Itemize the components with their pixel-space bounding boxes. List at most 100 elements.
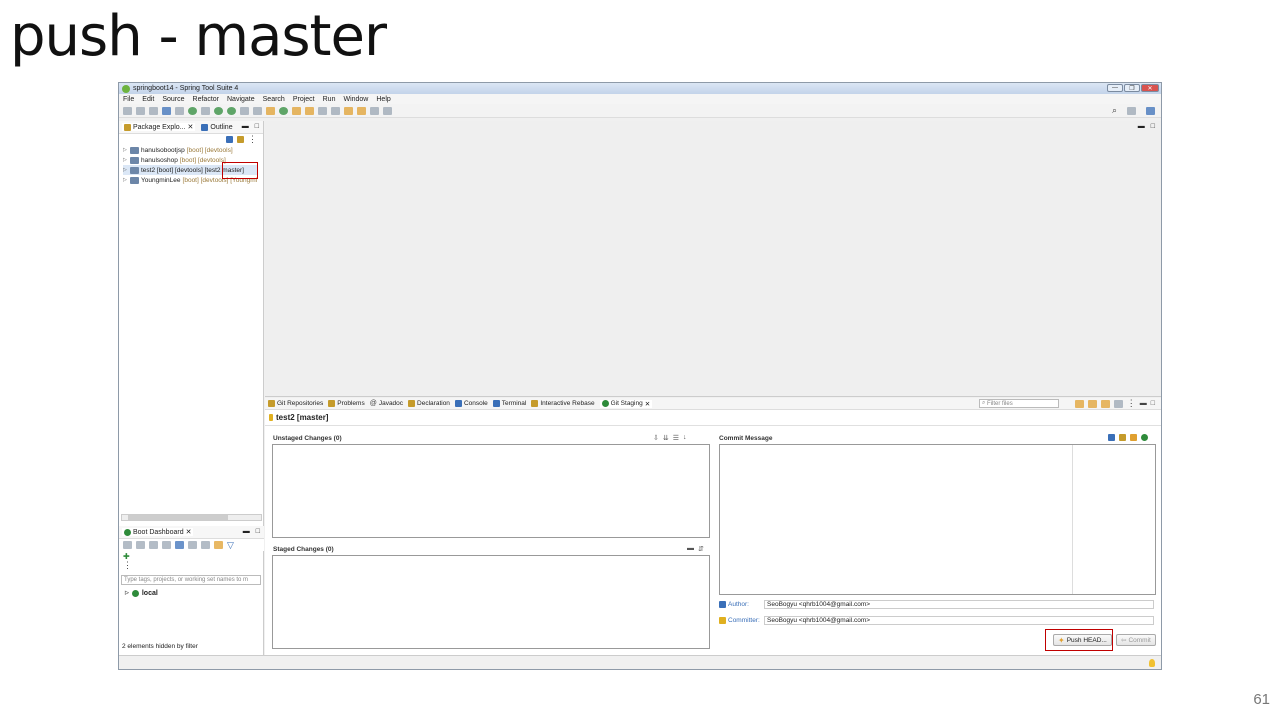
save-icon[interactable] — [136, 106, 145, 115]
edit-icon[interactable] — [201, 541, 210, 549]
new-icon[interactable] — [123, 106, 132, 115]
view-menu-icon[interactable]: ⋮ — [123, 560, 132, 570]
menu-edit[interactable]: Edit — [142, 96, 154, 103]
sort-icon[interactable]: ↓ — [683, 434, 687, 442]
tab-close-icon[interactable]: ✕ — [186, 528, 192, 536]
staged-changes-list[interactable] — [272, 555, 710, 649]
view-menu-icon[interactable]: ⋮ — [1127, 399, 1136, 408]
menu-source[interactable]: Source — [162, 96, 184, 103]
maximize-view-icon[interactable]: □ — [1151, 399, 1155, 408]
open-type-icon[interactable] — [292, 106, 301, 115]
search-tool-icon[interactable] — [305, 106, 314, 115]
tab-declaration[interactable]: Declaration — [408, 400, 450, 407]
next-annotation-icon[interactable] — [318, 106, 327, 115]
signed-off-icon[interactable] — [1119, 434, 1126, 441]
stage-all-icon[interactable]: ⇊ — [663, 434, 669, 442]
forward-icon[interactable] — [370, 106, 379, 115]
unstaged-changes-list[interactable] — [272, 444, 710, 538]
tab-console[interactable]: Console — [454, 400, 488, 407]
change-id-icon[interactable] — [1141, 434, 1148, 441]
tab-git-repositories[interactable]: Git Repositories — [268, 400, 323, 407]
amend-icon[interactable] — [1108, 434, 1115, 441]
menu-search[interactable]: Search — [263, 96, 285, 103]
new-package-icon[interactable] — [266, 106, 275, 115]
maximize-view-icon[interactable]: □ — [255, 123, 259, 130]
bulb-icon[interactable] — [214, 541, 223, 549]
local-node[interactable]: ▷ local — [119, 589, 264, 598]
stop-icon[interactable] — [149, 541, 158, 549]
menu-run[interactable]: Run — [323, 96, 336, 103]
filter-files-input[interactable]: ⌕ Filter files — [979, 399, 1059, 408]
maximize-view-icon[interactable]: □ — [256, 528, 260, 535]
skip-breakpoints-icon[interactable] — [175, 106, 184, 115]
new-class-icon[interactable] — [279, 106, 288, 115]
boot-icon[interactable] — [188, 106, 197, 115]
collapse-all-icon[interactable] — [226, 136, 233, 143]
minimize-view-icon[interactable]: ▬ — [243, 528, 250, 535]
open-perspective-icon[interactable] — [1127, 106, 1136, 115]
tab-git-staging[interactable]: Git Staging ✕ — [599, 399, 653, 408]
run-icon[interactable] — [214, 106, 223, 115]
view-menu-icon[interactable]: ⋮ — [248, 135, 257, 144]
tab-interactive-rebase[interactable]: Interactive Rebase — [531, 400, 595, 407]
menu-help[interactable]: Help — [376, 96, 390, 103]
menu-refactor[interactable]: Refactor — [193, 96, 219, 103]
filter-icon[interactable]: ▽ — [227, 540, 234, 550]
tab-close-icon[interactable]: ✕ — [188, 123, 194, 131]
author-field[interactable]: SeoBogyu <qhrb1004@gmail.com> — [764, 600, 1154, 609]
stage-selected-icon[interactable]: ⇩ — [653, 434, 659, 442]
tab-close-icon[interactable]: ✕ — [645, 400, 650, 408]
expand-arrow-icon[interactable]: ▷ — [123, 167, 128, 173]
minimize-view-icon[interactable]: ▬ — [1138, 123, 1145, 130]
maximize-button[interactable]: ❐ — [1124, 84, 1140, 92]
layout-icon[interactable] — [1113, 399, 1123, 408]
external-tools-icon[interactable] — [227, 106, 236, 115]
minimize-view-icon[interactable]: ▬ — [1140, 399, 1147, 408]
commit-message-input[interactable] — [719, 444, 1156, 595]
menu-window[interactable]: Window — [343, 96, 368, 103]
save-all-icon[interactable] — [149, 106, 158, 115]
tab-boot-dashboard[interactable]: Boot Dashboard ✕ — [122, 528, 194, 536]
prev-annotation-icon[interactable] — [331, 106, 340, 115]
menu-project[interactable]: Project — [293, 96, 315, 103]
maximize-view-icon[interactable]: □ — [1151, 123, 1155, 130]
expand-arrow-icon[interactable]: ▷ — [125, 589, 129, 598]
scrollbar-thumb[interactable] — [128, 515, 228, 520]
debug-icon[interactable] — [201, 106, 210, 115]
tab-terminal[interactable]: Terminal — [492, 400, 526, 407]
link-editor-icon[interactable] — [237, 136, 244, 143]
close-window-button[interactable]: ✕ — [1141, 84, 1159, 92]
compare-mode-icon[interactable] — [1074, 399, 1084, 408]
menu-file[interactable]: File — [123, 96, 134, 103]
expand-arrow-icon[interactable]: ▷ — [123, 157, 128, 163]
tab-outline[interactable]: Outline — [201, 123, 233, 131]
debug-icon[interactable] — [162, 541, 171, 549]
boot-filter-input[interactable]: Type tags, projects, or working set name… — [121, 575, 261, 585]
menu-navigate[interactable]: Navigate — [227, 96, 255, 103]
last-edit-icon[interactable] — [344, 106, 353, 115]
unstage-selected-icon[interactable]: ⇵ — [698, 545, 704, 553]
expand-arrow-icon[interactable]: ▷ — [123, 177, 128, 183]
list-layout-icon[interactable]: ☰ — [673, 434, 679, 442]
back-icon[interactable] — [357, 106, 366, 115]
console-icon[interactable] — [175, 541, 184, 549]
pin-editor-icon[interactable] — [383, 106, 392, 115]
minimize-view-icon[interactable]: ▬ — [242, 123, 249, 130]
java-perspective-icon[interactable] — [1146, 106, 1155, 115]
committer-field[interactable]: SeoBogyu <qhrb1004@gmail.com> — [764, 616, 1154, 625]
repository-icon[interactable] — [1100, 399, 1110, 408]
tree-item[interactable]: ▷ hanulsobootjsp [boot] [devtools] — [123, 145, 263, 155]
refresh-icon[interactable] — [123, 541, 132, 549]
tab-problems[interactable]: Problems — [328, 400, 365, 407]
unstage-all-icon[interactable]: ▬ — [687, 545, 694, 553]
properties-icon[interactable] — [188, 541, 197, 549]
expand-arrow-icon[interactable]: ▷ — [123, 147, 128, 153]
commit-button[interactable]: ⇦ Commit — [1116, 634, 1156, 646]
minimize-button[interactable]: — — [1107, 84, 1123, 92]
terminal-icon[interactable] — [162, 106, 171, 115]
tab-javadoc[interactable]: @ Javadoc — [370, 399, 403, 408]
search-icon[interactable]: ⌕ — [1112, 106, 1117, 115]
restart-icon[interactable] — [136, 541, 145, 549]
presentation-icon[interactable] — [1087, 399, 1097, 408]
explorer-scrollbar[interactable] — [121, 514, 262, 521]
